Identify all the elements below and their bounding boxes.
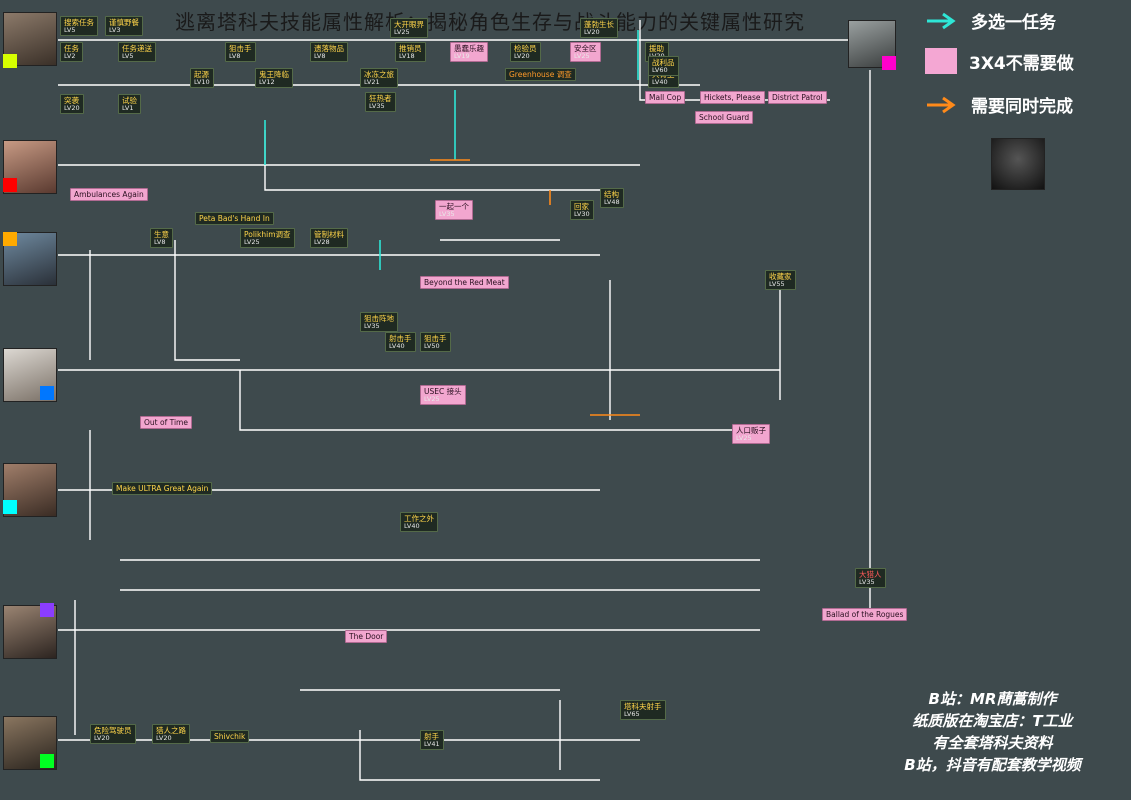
- quest-node[interactable]: Shivchik: [210, 730, 250, 743]
- quest-node[interactable]: The Door: [345, 630, 388, 643]
- quest-node[interactable]: 遗落物品 LV8: [310, 42, 348, 62]
- quest-node[interactable]: 战利品 LV60: [648, 56, 679, 76]
- quest-node[interactable]: Make ULTRA Great Again: [112, 482, 213, 495]
- quest-node[interactable]: Mall Cop: [645, 91, 686, 104]
- quest-node[interactable]: Ambulances Again: [70, 188, 148, 201]
- quest-links: [58, 20, 880, 781]
- quest-node[interactable]: 蓬勃生长 LV20: [580, 18, 618, 38]
- quest-node[interactable]: 安全区 LV25: [570, 42, 601, 62]
- quest-node[interactable]: 搜索任务 LV5: [60, 16, 98, 36]
- quest-node[interactable]: 射手 LV41: [420, 730, 444, 750]
- quest-node[interactable]: 危险驾驶员 LV20: [90, 724, 136, 744]
- quest-node[interactable]: 鬼王降临 LV12: [255, 68, 293, 88]
- trader-color-chip: [3, 178, 17, 192]
- trader-color-chip: [40, 754, 54, 768]
- quest-node[interactable]: 试验 LV1: [118, 94, 141, 114]
- quest-node[interactable]: Beyond the Red Meat: [420, 276, 509, 289]
- quest-node[interactable]: USEC 接头 LV25: [420, 385, 466, 405]
- quest-node[interactable]: 起源 LV10: [190, 68, 214, 88]
- quest-node[interactable]: 结构 LV48: [600, 188, 624, 208]
- legend-item-simultaneous: 需要同时完成: [925, 92, 1073, 117]
- quest-node[interactable]: 工作之外 LV40: [400, 512, 438, 532]
- quest-node[interactable]: 收藏家 LV55: [765, 270, 796, 290]
- teal-arrow-icon: [927, 12, 956, 29]
- quest-node[interactable]: 推销员 LV18: [395, 42, 426, 62]
- quest-node[interactable]: Out of Time: [140, 416, 192, 429]
- quest-node[interactable]: 突袭 LV20: [60, 94, 84, 114]
- quest-node[interactable]: Ballad of the Rogues: [822, 608, 908, 621]
- quest-node[interactable]: School Guard: [695, 111, 754, 124]
- quest-node[interactable]: 狙击手 LV8: [225, 42, 256, 62]
- quest-node[interactable]: 狙击手 LV50: [420, 332, 451, 352]
- quest-node[interactable]: 一起一个 LV35: [435, 200, 473, 220]
- quest-node[interactable]: 回家 LV30: [570, 200, 594, 220]
- quest-node[interactable]: 任务递送 LV5: [118, 42, 156, 62]
- credit-line: B站，抖音有配套教学视频: [904, 756, 1081, 774]
- quest-node[interactable]: Polikhim调查 LV25: [240, 228, 295, 248]
- credits-block: B站：MR蔄蒿制作 纸质版在淘宝店：T工业 有全套塔科夫资料 B站，抖音有配套教…: [860, 688, 1125, 776]
- quest-node[interactable]: 生意 LV8: [150, 228, 173, 248]
- credit-line: 纸质版在淘宝店：T工业: [912, 712, 1073, 730]
- quest-node[interactable]: 谨慎野餐 LV3: [105, 16, 143, 36]
- quest-node[interactable]: 管制材料 LV28: [310, 228, 348, 248]
- quest-node[interactable]: 人口贩子 LV25: [732, 424, 770, 444]
- orange-arrow-icon: [927, 96, 956, 113]
- quest-node[interactable]: 检验员 LV20: [510, 42, 541, 62]
- quest-node[interactable]: Peta Bad's Hand In: [195, 212, 274, 225]
- trader-color-chip: [40, 386, 54, 400]
- quest-node[interactable]: 狙击阵地 LV35: [360, 312, 398, 332]
- pink-box-icon: [925, 48, 957, 74]
- trader-color-chip: [882, 56, 896, 70]
- legend-item-skip: 3X4不需要做: [925, 48, 1074, 74]
- trader-color-chip: [3, 54, 17, 68]
- legend-label: 3X4不需要做: [969, 53, 1074, 74]
- quest-node[interactable]: 狂热者 LV35: [365, 92, 396, 112]
- quest-node[interactable]: 任务 LV2: [60, 42, 83, 62]
- trader-color-chip: [3, 232, 17, 246]
- quest-node[interactable]: 射击手 LV40: [385, 332, 416, 352]
- quest-node[interactable]: Greenhouse 调查: [505, 68, 576, 81]
- quest-node[interactable]: 冰冻之旅 LV21: [360, 68, 398, 88]
- quest-node[interactable]: 猎人之路 LV20: [152, 724, 190, 744]
- legend-label: 需要同时完成: [971, 97, 1073, 117]
- credit-line: B站：MR蔄蒿制作: [928, 690, 1057, 708]
- quest-node[interactable]: Hickets, Please: [700, 91, 765, 104]
- quest-node[interactable]: District Patrol: [768, 91, 827, 104]
- quest-node[interactable]: 大猎人 LV35: [855, 568, 886, 588]
- quest-node[interactable]: 愚蠢乐趣 LV19: [450, 42, 488, 62]
- credit-line: 有全套塔科夫资料: [932, 734, 1053, 752]
- legend-item-choice: 多选一任务: [925, 8, 1056, 33]
- trader-color-chip: [3, 500, 17, 514]
- quest-node[interactable]: 塔科夫射手 LV65: [620, 700, 666, 720]
- quest-node[interactable]: 大开眼界 LV25: [390, 18, 428, 38]
- trader-color-chip: [40, 603, 54, 617]
- legend-label: 多选一任务: [971, 13, 1056, 33]
- boss-portrait: [991, 138, 1045, 190]
